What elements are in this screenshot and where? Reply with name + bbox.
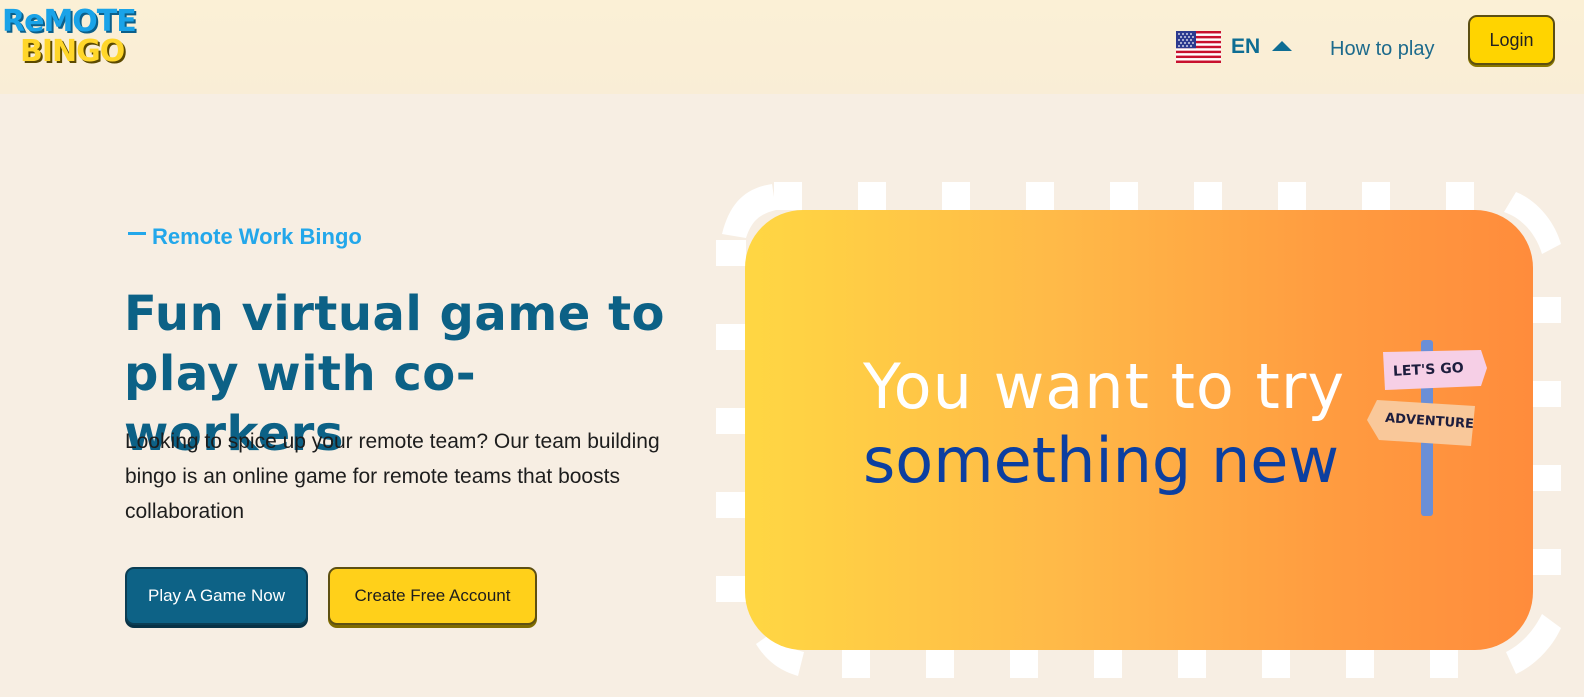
promo-line2: something new [863,424,1340,497]
language-code: EN [1231,35,1261,58]
site-header: ReMOTE BINGO EN How to play Login [0,0,1584,94]
promo-banner: You want to try something new LET'S GO A… [745,210,1533,650]
remote-bingo-logo[interactable]: ReMOTE BINGO [2,4,142,69]
logo-line2: BINGO [20,34,125,69]
language-selector[interactable]: EN [1176,30,1293,64]
eyebrow-label: Remote Work Bingo [152,224,362,249]
promo-line1: You want to try [863,350,1346,423]
login-button[interactable]: Login [1468,15,1555,65]
headline-line1: Fun virtual game to [124,286,665,342]
caret-up-icon [1272,41,1293,51]
play-game-button[interactable]: Play A Game Now [125,567,308,625]
create-account-button[interactable]: Create Free Account [328,567,537,625]
hero-description: Looking to spice up your remote team? Ou… [125,430,660,523]
how-to-play-link[interactable]: How to play [1330,38,1435,61]
hero-eyebrow: Remote Work Bingo [128,224,362,250]
signpost-illustration: LET'S GO ADVENTURE [1363,338,1493,520]
us-flag-icon [1176,31,1221,63]
eyebrow-dash [128,231,146,235]
